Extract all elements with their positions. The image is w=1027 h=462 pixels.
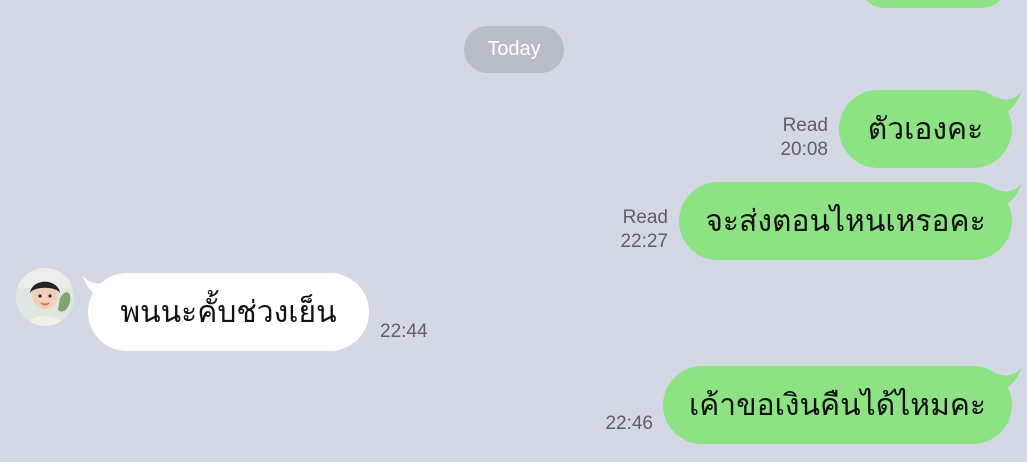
message-text: จะส่งตอนไหนเหรอคะ [705, 203, 986, 239]
avatar-photo-icon [16, 268, 74, 326]
outgoing-message-bubble[interactable]: ตัวเองคะ [839, 90, 1012, 168]
message-time: 22:44 [380, 321, 428, 342]
sender-avatar[interactable] [16, 268, 74, 326]
read-status: Read [782, 115, 828, 136]
bubble-tail-icon [996, 367, 1022, 391]
message-time: 22:27 [620, 231, 668, 252]
outgoing-message-bubble[interactable]: เค้าขอเงินคืนได้ไหมคะ [663, 366, 1012, 444]
message-time: 20:08 [780, 139, 828, 160]
message-time: 22:46 [605, 413, 653, 434]
previous-message-bubble[interactable] [860, 0, 1006, 8]
read-status: Read [622, 207, 668, 228]
message-meta: 22:46 [585, 412, 653, 436]
outgoing-message-bubble[interactable]: จะส่งตอนไหนเหรอคะ [679, 182, 1012, 260]
bubble-tail-icon [996, 183, 1022, 207]
message-meta: Read 22:27 [600, 206, 668, 254]
message-meta: Read 20:08 [760, 114, 828, 162]
message-text: พนนะคั้บช่วงเย็น [120, 294, 337, 330]
message-text: ตัวเองคะ [867, 111, 984, 147]
message-meta: 22:44 [380, 320, 450, 344]
message-text: เค้าขอเงินคืนได้ไหมคะ [688, 387, 987, 423]
bubble-tail-icon [996, 91, 1022, 115]
incoming-message-bubble[interactable]: พนนะคั้บช่วงเย็น [88, 273, 369, 351]
date-separator: Today [464, 26, 564, 73]
